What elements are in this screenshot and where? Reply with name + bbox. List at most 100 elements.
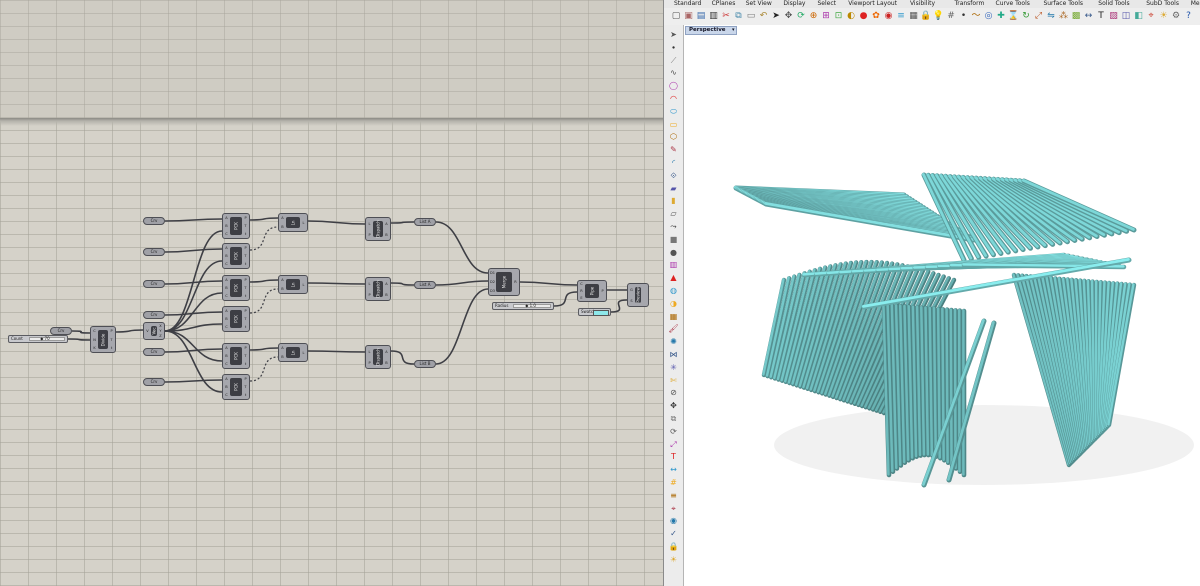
input-port-b[interactable]: B [224,254,229,258]
toolbar-tab-surface-tools[interactable]: Surface Tools [1043,0,1083,7]
output-port-t[interactable]: t [243,262,248,266]
input-port-b[interactable]: B [280,355,285,359]
input-port-a[interactable]: A [224,278,229,282]
sidebar-layer-icon[interactable]: ≡ [666,490,681,502]
input-port-s[interactable]: S [629,299,634,303]
layer-icon[interactable]: ≡ [895,10,907,22]
component-ln3[interactable]: Ln A B L [278,343,308,362]
toolbar-tab-mesh-tools[interactable]: Mesh Tools [1191,0,1200,7]
toolbar-tab-solid-tools[interactable]: Solid Tools [1098,0,1129,7]
sidebar-analyze-icon[interactable]: ⌖ [666,503,681,515]
sidebar-check-icon[interactable]: ✓ [666,528,681,540]
output-port-a[interactable]: A [384,350,389,354]
output-port-p[interactable]: P [243,216,248,220]
color-wheel-icon[interactable]: ✿ [870,10,882,22]
output-port-a[interactable]: A [384,222,389,226]
input-port-b[interactable]: B [280,225,285,229]
scale-icon[interactable]: ⤢ [1033,10,1045,22]
input-port-c[interactable]: C [224,393,229,397]
toolbar-tab-display[interactable]: Display [783,0,805,7]
component-pck5[interactable]: PCK A B C P Tt [222,343,250,369]
output-port-t[interactable]: T [243,317,248,321]
crv-param-3[interactable]: Crv [143,280,165,288]
history-icon[interactable]: ⌛ [1008,10,1020,22]
sidebar-scale-icon[interactable]: ⤢ [666,439,681,451]
block-icon[interactable]: ▩ [1070,10,1082,22]
input-port-d2[interactable]: D2 [490,280,495,284]
copy-icon[interactable]: ⧉ [733,10,745,22]
output-port-p[interactable]: P [109,329,114,333]
swatch-color-chip[interactable] [593,310,609,316]
output-port-t[interactable]: T [243,354,248,358]
analyze-icon[interactable]: ⌖ [1145,10,1157,22]
crv-param-5[interactable]: Crv [143,348,165,356]
sidebar-loft-icon[interactable]: ▱ [666,208,681,220]
component-pck4[interactable]: PCK A B C P Tt [222,306,250,332]
component-preview[interactable]: Preview G S [627,283,649,307]
osnap-icon[interactable]: ◎ [983,10,995,22]
sidebar-split-icon[interactable]: ⊘ [666,387,681,399]
input-port-b[interactable]: B [224,224,229,228]
output-port-t[interactable]: T [243,385,248,389]
output-port-x[interactable]: X [158,324,163,328]
sidebar-extrude-icon[interactable]: ▮ [666,195,681,207]
sidebar-text-icon[interactable]: T [666,451,681,463]
toolbar-tab-set-view[interactable]: Set View [746,0,772,7]
output-port-t[interactable]: T [109,338,114,342]
sidebar-circle-icon[interactable]: ◯ [666,80,681,92]
toolbar-tab-cplanes[interactable]: CPlanes [712,0,736,7]
shaded-icon[interactable]: ● [858,10,870,22]
component-dispatch3[interactable]: Dispatch L P A B [365,345,391,369]
sidebar-offset-icon[interactable]: ⟐ [666,170,681,182]
output-port-t[interactable]: t [243,325,248,329]
output-port-p[interactable]: P [243,346,248,350]
sidebar-torus-icon[interactable]: ◍ [666,285,681,297]
count-slider[interactable]: Count ◆ 70 [8,335,68,343]
output-port-p[interactable]: P [600,289,605,293]
sidebar-freeform-icon[interactable]: ✎ [666,144,681,156]
sidebar-grid-icon[interactable]: # [666,477,681,489]
crv-param-6[interactable]: Crv [143,378,165,386]
help-icon[interactable]: ? [1183,10,1195,22]
sidebar-cylinder-icon[interactable]: ▥ [666,259,681,271]
sidebar-rotate-icon[interactable]: ⟳ [666,426,681,438]
output-port-t[interactable]: t [243,362,248,366]
cut-icon[interactable]: ✂ [720,10,732,22]
swatch-param[interactable]: Swatch [578,308,611,316]
output-port-p[interactable]: P [243,377,248,381]
output-port-p[interactable]: P [243,278,248,282]
sidebar-fillet-icon[interactable]: ◜ [666,157,681,169]
input-port-c[interactable]: C [224,232,229,236]
paste-icon[interactable]: ▭ [745,10,757,22]
lock-icon[interactable]: 🔒 [920,10,932,22]
input-port-v[interactable]: V [145,329,150,333]
grasshopper-canvas[interactable]: Divide C N K P Tt Vec V X Y Z PCK A B C P Tt PCK A B C P Tt PCK… [0,0,663,586]
sidebar-render-icon[interactable]: ◉ [666,515,681,527]
display-mode-icon[interactable]: ◐ [845,10,857,22]
sidebar-copy-icon[interactable]: ⧉ [666,413,681,425]
viewport-title-tab[interactable]: Perspective ▾ [685,26,737,35]
input-port-c[interactable]: C [224,294,229,298]
curve-icon[interactable]: 〜 [970,10,982,22]
sidebar-arc-icon[interactable]: ◠ [666,93,681,105]
zoom-icon[interactable]: ⊕ [808,10,820,22]
sidebar-select-arrow-icon[interactable]: ➤ [666,29,681,41]
component-ln2[interactable]: Ln A B L [278,275,308,294]
select-icon[interactable]: ➤ [770,10,782,22]
component-dispatch2[interactable]: Dispatch L P A B [365,277,391,301]
input-port-b[interactable]: B [224,354,229,358]
print-icon[interactable]: ▥ [708,10,720,22]
output-port-t[interactable]: t [243,232,248,236]
sidebar-ellipse-icon[interactable]: ⬭ [666,106,681,118]
pan-icon[interactable]: ✥ [783,10,795,22]
component-dispatch1[interactable]: Dispatch L P A B [365,217,391,241]
render-icon[interactable]: ◉ [883,10,895,22]
component-pck2[interactable]: PCK A B C P Tt [222,243,250,269]
component-pck6[interactable]: PCK A B C P Tt [222,374,250,400]
component-ln1[interactable]: Ln A B L [278,213,308,232]
input-port-d1[interactable]: D1 [490,271,495,275]
radius-slider[interactable]: Radius ◆ 1.0 [492,302,554,310]
perspective-viewport[interactable]: Perspective ▾ [684,25,1200,586]
input-port-e[interactable]: E [579,296,584,300]
input-port-g[interactable]: G [629,288,634,292]
